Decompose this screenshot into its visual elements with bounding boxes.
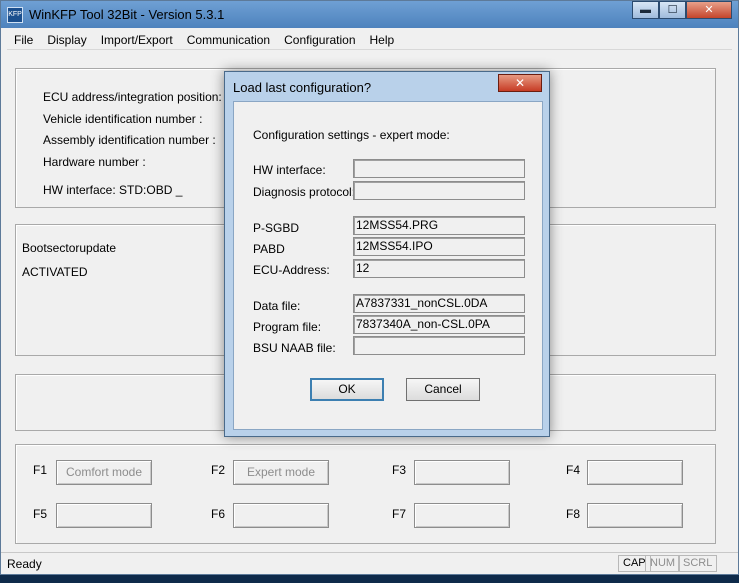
cancel-button[interactable]: Cancel [406,378,480,401]
dialog-body: Configuration settings - expert mode: HW… [233,101,543,430]
f8-button[interactable] [587,503,683,528]
minimize-button[interactable]: ▬ [632,1,659,19]
close-button[interactable]: ✕ [686,1,732,19]
load-config-dialog: Load last configuration? ✕ Configuration… [224,71,550,437]
app-icon: KFP [7,6,23,23]
bsu-naab-file-label: BSU NAAB file: [253,341,336,355]
hw-interface-label: HW interface: STD:OBD _ [43,183,183,197]
ecu-address-label: ECU address/integration position: [43,90,222,104]
pabd-field[interactable]: 12MSS54.IPO [353,237,525,256]
pabd-label: PABD [253,242,285,256]
dialog-title: Load last configuration? [233,80,372,95]
p-sgbd-field[interactable]: 12MSS54.PRG [353,216,525,235]
data-file-field[interactable]: A7837331_nonCSL.0DA [353,294,525,313]
data-file-label: Data file: [253,299,301,313]
bsu-naab-file-field[interactable] [353,336,525,355]
f6-button[interactable] [233,503,329,528]
menu-import-export[interactable]: Import/Export [94,33,180,47]
f7-label: F7 [392,507,407,521]
f5-button[interactable] [56,503,152,528]
hw-interface-field-label: HW interface: [253,163,326,177]
scrl-indicator: SCRL [678,555,718,572]
program-file-label: Program file: [253,320,322,334]
config-heading: Configuration settings - expert mode: [253,128,450,142]
comfort-mode-button[interactable]: Comfort mode [56,460,152,485]
hardware-number-label: Hardware number : [43,155,146,169]
dialog-close-button[interactable]: ✕ [498,74,542,92]
menu-communication[interactable]: Communication [180,33,277,47]
menu-display[interactable]: Display [40,33,93,47]
f3-button[interactable] [414,460,510,485]
p-sgbd-label: P-SGBD [253,221,300,235]
function-keys-panel: F1 Comfort mode F2 Expert mode F3 F4 F5 … [15,444,716,544]
menu-bar: File Display Import/Export Communication… [7,30,732,50]
f2-label: F2 [211,463,226,477]
f4-button[interactable] [587,460,683,485]
program-file-field[interactable]: 7837340A_non-CSL.0PA [353,315,525,334]
f1-label: F1 [33,463,48,477]
menu-help[interactable]: Help [363,33,402,47]
expert-mode-button[interactable]: Expert mode [233,460,329,485]
maximize-button[interactable]: ☐ [659,1,686,19]
diagnosis-protocol-label: Diagnosis protocol: [253,185,356,199]
taskbar-strip [0,575,739,583]
menu-file[interactable]: File [7,33,40,47]
ecu-address-field[interactable]: 12 [353,259,525,278]
f4-label: F4 [566,463,581,477]
bootsector-status: ACTIVATED [22,265,88,279]
status-bar: Ready CAP NUM SCRL [1,552,738,574]
window-title: WinKFP Tool 32Bit - Version 5.3.1 [29,7,225,22]
status-text: Ready [7,557,42,571]
ok-button[interactable]: OK [310,378,384,401]
hw-interface-field[interactable] [353,159,525,178]
f6-label: F6 [211,507,226,521]
f8-label: F8 [566,507,581,521]
ecu-address-field-label: ECU-Address: [253,263,330,277]
f5-label: F5 [33,507,48,521]
f3-label: F3 [392,463,407,477]
diagnosis-protocol-field[interactable] [353,181,525,200]
num-indicator: NUM [645,555,681,572]
assembly-id-label: Assembly identification number : [43,133,216,147]
title-bar[interactable]: KFP WinKFP Tool 32Bit - Version 5.3.1 ▬ … [1,1,738,28]
vehicle-id-label: Vehicle identification number : [43,112,203,126]
bootsector-title: Bootsectorupdate [22,241,117,255]
menu-configuration[interactable]: Configuration [277,33,362,47]
f7-button[interactable] [414,503,510,528]
window-controls: ▬ ☐ ✕ [632,1,732,19]
